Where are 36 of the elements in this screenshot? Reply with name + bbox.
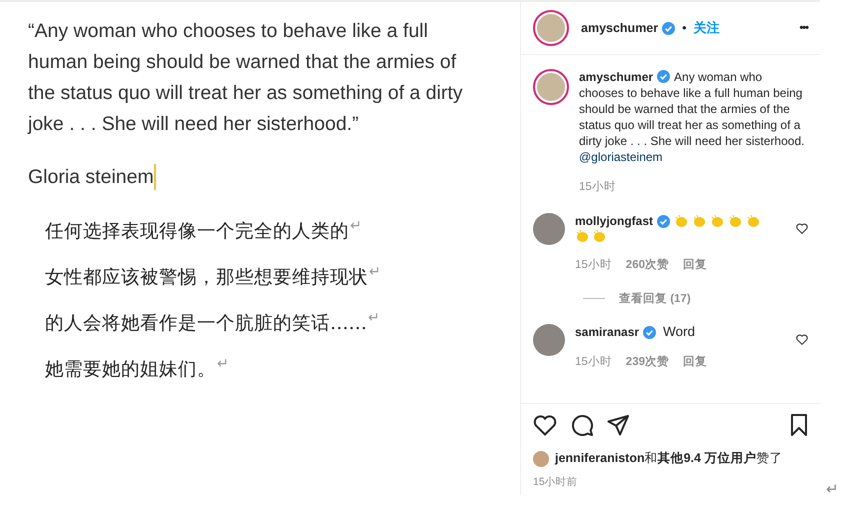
paragraph-mark: ↵ [350,218,362,234]
bookmark-icon[interactable] [790,414,808,436]
translation-line: 的人会将她看作是一个肮脏的笑话…… [45,312,367,335]
timestamp: 15小时 [579,180,616,195]
timestamp: 15小时 [575,354,612,370]
send-icon[interactable] [607,414,629,436]
avatar[interactable] [533,69,569,105]
heart-icon[interactable] [796,223,808,234]
comment-icon[interactable] [571,414,593,436]
like-count: 260次赞 [626,258,669,273]
paragraph-mark: ↵ [217,356,229,372]
more-button[interactable]: ••• [799,22,808,34]
paragraph-mark: ↵ [369,264,381,280]
translation-line: 任何选择表现得像一个完全的人类的 [45,220,349,243]
username-link[interactable]: samiranasr [575,324,640,340]
paragraph-mark: ↵ [826,481,839,498]
translation-line: 她需要她的姐妹们。 [45,358,216,381]
avatar[interactable] [533,10,569,46]
heart-icon[interactable] [533,414,557,436]
timestamp: 15小时 [575,258,612,273]
caption-text: amyschumer Any woman who chooses to behave like a full human being should be warned that the armies of the status quo will treat her as something of a dirty joke . . . She will need her sisterhood. @gloriasteinem [579,69,806,165]
post-time: 15小时前 [533,475,579,489]
liked-by-text: jenniferaniston和其他9.4 万位用户赞了 [555,450,782,467]
username-link[interactable]: mollyjongfast [575,213,654,229]
translation-line: 女性都应该被警惕，那些想要维持现状 [45,266,368,289]
avatar[interactable] [533,213,565,245]
like-count: 239次赞 [626,354,669,370]
author-text: Gloria steinem [28,166,154,188]
paragraph-mark: ↵ [368,310,380,326]
avatar[interactable] [533,324,565,356]
comment-text: Word [663,324,696,340]
text-cursor [154,164,156,190]
heart-icon[interactable] [796,334,808,345]
quote-text: “Any woman who chooses to behave like a full human being should be warned that the armies of the status quo will treat her as something of a dirty joke . . . She will need her sisterhood.” [28,19,464,137]
separator-dot: • [682,21,687,35]
username-link[interactable]: amyschumer [581,21,658,35]
